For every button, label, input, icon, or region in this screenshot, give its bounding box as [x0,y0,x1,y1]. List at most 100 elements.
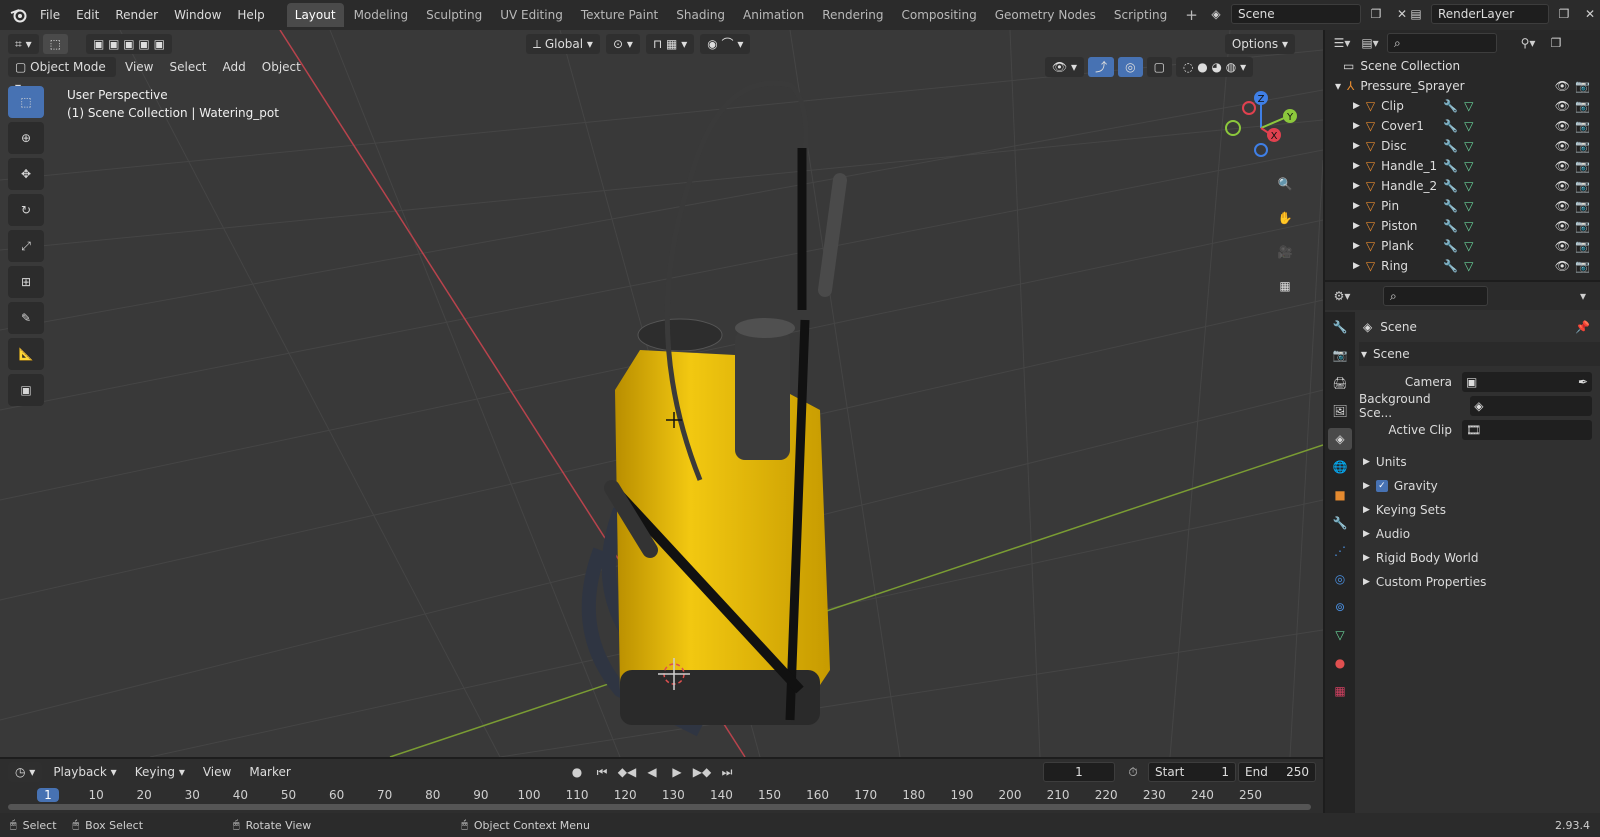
play-icon[interactable]: ▶ [666,762,688,782]
visibility-eye-icon[interactable]: 👁 [1555,219,1570,233]
properties-search-input[interactable]: ⌕ [1383,286,1488,306]
menu-window[interactable]: Window [166,4,229,26]
visibility-icon[interactable]: 👁 ▾ [1045,57,1085,77]
proportional-editing-icon[interactable]: ◉ ⌒ ▾ [700,34,751,54]
filter-icon[interactable]: ⚲▾ [1517,33,1539,53]
object-mode-dropdown[interactable]: ▢ Object Mode ▾ [8,57,116,94]
select-mode-icons[interactable]: ▣ ▣ ▣ ▣ ▣ [85,34,172,54]
view-layer-icon[interactable]: ▤ [1405,4,1427,24]
render-camera-icon[interactable]: 📷 [1575,99,1590,113]
render-camera-icon[interactable]: 📷 [1575,159,1590,173]
subpanel-audio[interactable]: ▶ Audio [1359,522,1600,546]
menu-render[interactable]: Render [107,4,166,26]
outliner-row-object[interactable]: ▶ ▽ Disc 🔧 ▽ 👁 📷 [1325,136,1600,156]
select-tool-icon[interactable]: ⬚ [42,34,68,54]
blender-logo-icon[interactable] [6,7,32,23]
menu-file[interactable]: File [32,4,68,26]
render-tab-icon[interactable]: 📷 [1328,344,1352,366]
subpanel-gravity[interactable]: ▶ ✓ Gravity [1359,474,1600,498]
outliner-editor-type-icon[interactable]: ☰▾ [1331,33,1353,53]
render-camera-icon[interactable]: 📷 [1575,139,1590,153]
render-camera-icon[interactable]: 📷 [1575,179,1590,193]
active-clip-field[interactable]: 🎞 [1462,420,1592,440]
visibility-eye-icon[interactable]: 👁 [1555,199,1570,213]
tab-shading[interactable]: Shading [668,3,733,27]
render-camera-icon[interactable]: 📷 [1575,259,1590,273]
ortho-grid-icon[interactable]: ▦ [1271,272,1299,300]
scale-tool-icon[interactable]: ⤢ [8,230,44,262]
scene-field[interactable]: Scene [1231,4,1361,24]
outliner-row-object[interactable]: ▶ ▽ Piston 🔧 ▽ 👁 📷 [1325,216,1600,236]
visibility-eye-icon[interactable]: 👁 [1555,119,1570,133]
pan-hand-icon[interactable]: ✋ [1271,204,1299,232]
visibility-eye-icon[interactable]: 👁 [1555,139,1570,153]
play-reverse-icon[interactable]: ◀ [641,762,663,782]
visibility-eye-icon[interactable]: 👁 [1555,239,1570,253]
scene-icon[interactable]: ◈ [1205,4,1227,24]
gravity-checkbox[interactable]: ✓ [1375,480,1388,492]
render-camera-icon[interactable]: 📷 [1575,219,1590,233]
annotate-tool-icon[interactable]: ✎ [8,302,44,334]
outliner-row-object[interactable]: ▶ ▽ Handle_1 🔧 ▽ 👁 📷 [1325,156,1600,176]
outliner-row-object[interactable]: ▶ ▽ Plank 🔧 ▽ 👁 📷 [1325,236,1600,256]
object-tab-icon[interactable]: ■ [1328,484,1352,506]
outliner-row-object[interactable]: ▶ ▽ Cover1 🔧 ▽ 👁 📷 [1325,116,1600,136]
outliner-row-pressure-sprayer[interactable]: ▾ ⅄ Pressure_Sprayer 👁 📷 [1325,76,1600,96]
navigation-gizmo[interactable]: Z Y X [1221,88,1301,168]
tab-animation[interactable]: Animation [735,3,812,27]
cursor-tool-icon[interactable]: ⊕ [8,122,44,154]
timeline-editor-type-icon[interactable]: ◷ ▾ [8,762,43,782]
3d-viewport[interactable]: ⌗ ▾ ⬚ ▣ ▣ ▣ ▣ ▣ ⟂ Global ▾ ⊙ ▾ ⊓ ▦ ▾ ◉ ⌒… [0,30,1323,757]
tab-layout[interactable]: Layout [286,3,344,27]
properties-editor-type-icon[interactable]: ⚙▾ [1331,286,1353,306]
render-camera-icon[interactable]: 📷 [1575,119,1590,133]
outliner-row-object[interactable]: ▶ ▽ Pin 🔧 ▽ 👁 📷 [1325,196,1600,216]
tab-sculpting[interactable]: Sculpting [418,3,490,27]
data-tab-icon[interactable]: ▽ [1328,624,1352,646]
constraints-tab-icon[interactable]: ⊚ [1328,596,1352,618]
editor-type-icon[interactable]: ⌗ ▾ [8,34,39,54]
scene-section-header[interactable]: ▾ Scene [1359,342,1600,366]
menu-help[interactable]: Help [229,4,272,26]
visibility-eye-icon[interactable]: 👁 [1555,79,1570,93]
transform-tool-icon[interactable]: ⊞ [8,266,44,298]
select-box-tool-icon[interactable]: ⬚ [8,86,44,118]
expand-arrow-icon[interactable]: ▶ [1353,161,1360,171]
add-cube-tool-icon[interactable]: ▣ [8,374,44,406]
outliner-row-scene-collection[interactable]: ▭ Scene Collection [1325,56,1600,76]
scene-tab-icon[interactable]: ◈ [1328,428,1352,450]
expand-arrow-icon[interactable]: ▾ [1335,79,1341,93]
outliner-row-object[interactable]: ▶ ▽ Ring 🔧 ▽ 👁 📷 [1325,256,1600,276]
visibility-eye-icon[interactable]: 👁 [1555,159,1570,173]
visibility-eye-icon[interactable]: 👁 [1555,99,1570,113]
view-layer-field[interactable]: RenderLayer [1431,4,1549,24]
gizmo-toggle-icon[interactable]: ⤴ [1088,57,1115,77]
zoom-icon[interactable]: 🔍 [1271,170,1299,198]
tab-texture-paint[interactable]: Texture Paint [573,3,666,27]
current-frame-field[interactable]: 1 [1043,762,1115,782]
tab-rendering[interactable]: Rendering [814,3,891,27]
material-tab-icon[interactable]: ● [1328,652,1352,674]
copy-scene-icon[interactable]: ❐ [1365,4,1387,24]
modifier-tab-icon[interactable]: 🔧 [1328,512,1352,534]
expand-arrow-icon[interactable]: ▶ [1353,181,1360,191]
subpanel-units[interactable]: ▶ Units [1359,450,1600,474]
jump-end-icon[interactable]: ⏭ [716,762,738,782]
expand-arrow-icon[interactable]: ▶ [1353,121,1360,131]
expand-arrow-icon[interactable]: ▶ [1353,221,1360,231]
world-tab-icon[interactable]: 🌐 [1328,456,1352,478]
close-view-layer-icon[interactable]: ✕ [1579,4,1600,24]
viewport-menu-select[interactable]: Select [162,57,213,77]
expand-arrow-icon[interactable]: ▶ [1353,141,1360,151]
end-frame-field[interactable]: End 250 [1238,762,1316,782]
record-icon[interactable]: ● [566,762,588,782]
eyedropper-icon[interactable]: ✒ [1578,375,1588,389]
stopwatch-icon[interactable]: ⏱ [1122,762,1144,782]
output-tab-icon[interactable]: 🖨 [1328,372,1352,394]
particles-tab-icon[interactable]: ⋰ [1328,540,1352,562]
tab-uv-editing[interactable]: UV Editing [492,3,571,27]
camera-view-icon[interactable]: 🎥 [1271,238,1299,266]
properties-options-icon[interactable]: ▾ [1572,286,1594,306]
camera-field[interactable]: ▣ ✒ [1462,372,1592,392]
render-camera-icon[interactable]: 📷 [1575,199,1590,213]
